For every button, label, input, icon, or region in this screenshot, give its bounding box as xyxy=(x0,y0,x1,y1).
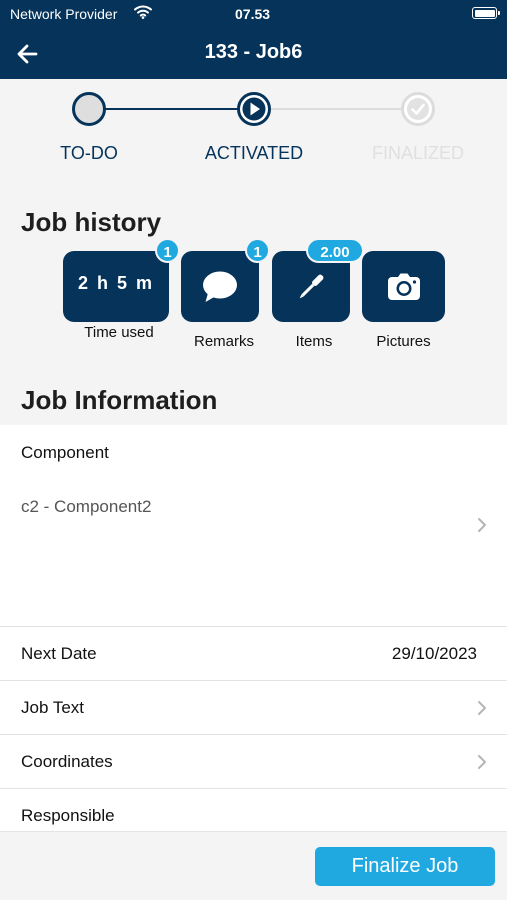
nav-bar: 133 - Job6 xyxy=(0,28,507,79)
pictures-label: Pictures xyxy=(376,333,431,350)
job-text-row[interactable]: Job Text xyxy=(0,681,507,735)
time-used-badge: 1 xyxy=(155,238,180,263)
step-label-activated: ACTIVATED xyxy=(204,143,304,163)
finalize-job-button[interactable]: Finalize Job xyxy=(315,847,495,886)
speech-bubble-icon xyxy=(203,271,237,302)
camera-icon xyxy=(387,273,420,300)
pictures-tile[interactable] xyxy=(362,251,445,322)
check-icon xyxy=(407,98,429,120)
remarks-tile[interactable] xyxy=(181,251,259,322)
time-used-label: Time used xyxy=(84,324,154,341)
screwdriver-icon xyxy=(299,274,324,298)
component-value: c2 - Component2 xyxy=(21,497,152,516)
job-text-label: Job Text xyxy=(21,698,85,717)
step-label-todo: TO-DO xyxy=(60,143,118,163)
time-used-tile[interactable]: 2 h 5 m xyxy=(63,251,169,322)
chevron-right-icon xyxy=(478,755,486,769)
component-row[interactable]: Component c2 - Component2 xyxy=(0,425,507,627)
footer-bar: Finalize Job xyxy=(0,831,507,900)
stepper-line-done xyxy=(105,108,241,110)
battery-icon xyxy=(472,7,500,19)
time-used-value: 2 h 5 m xyxy=(77,273,155,293)
chevron-right-icon xyxy=(478,518,486,532)
remarks-label: Remarks xyxy=(193,333,254,350)
coordinates-label: Coordinates xyxy=(21,752,113,771)
stepper-line-pending xyxy=(271,108,403,110)
step-todo-circle xyxy=(72,92,106,126)
remarks-badge: 1 xyxy=(245,238,270,263)
chevron-right-icon xyxy=(478,701,486,715)
status-stepper: TO-DO ACTIVATED FINALIZED xyxy=(0,79,507,179)
carrier-name: Network Provider xyxy=(10,6,118,22)
step-label-finalized: FINALIZED xyxy=(371,143,464,163)
component-label: Component xyxy=(21,443,109,462)
clock: 07.53 xyxy=(235,6,271,22)
step-activated-circle xyxy=(237,92,271,126)
status-bar: Network Provider 07.53 xyxy=(0,0,507,28)
play-icon xyxy=(242,97,266,121)
next-date-label: Next Date xyxy=(21,644,97,663)
step-finalized-circle xyxy=(401,92,435,126)
items-label: Items xyxy=(295,333,333,350)
next-date-value: 29/10/2023 xyxy=(391,644,477,663)
responsible-label: Responsible xyxy=(21,806,115,825)
coordinates-row[interactable]: Coordinates xyxy=(0,735,507,789)
next-date-row[interactable]: Next Date 29/10/2023 xyxy=(0,627,507,681)
job-history-title: Job history xyxy=(21,207,162,237)
job-information-title: Job Information xyxy=(21,385,218,415)
items-badge: 2.00 xyxy=(306,238,364,263)
wifi-icon xyxy=(134,5,152,19)
page-title: 133 - Job6 xyxy=(204,41,303,63)
